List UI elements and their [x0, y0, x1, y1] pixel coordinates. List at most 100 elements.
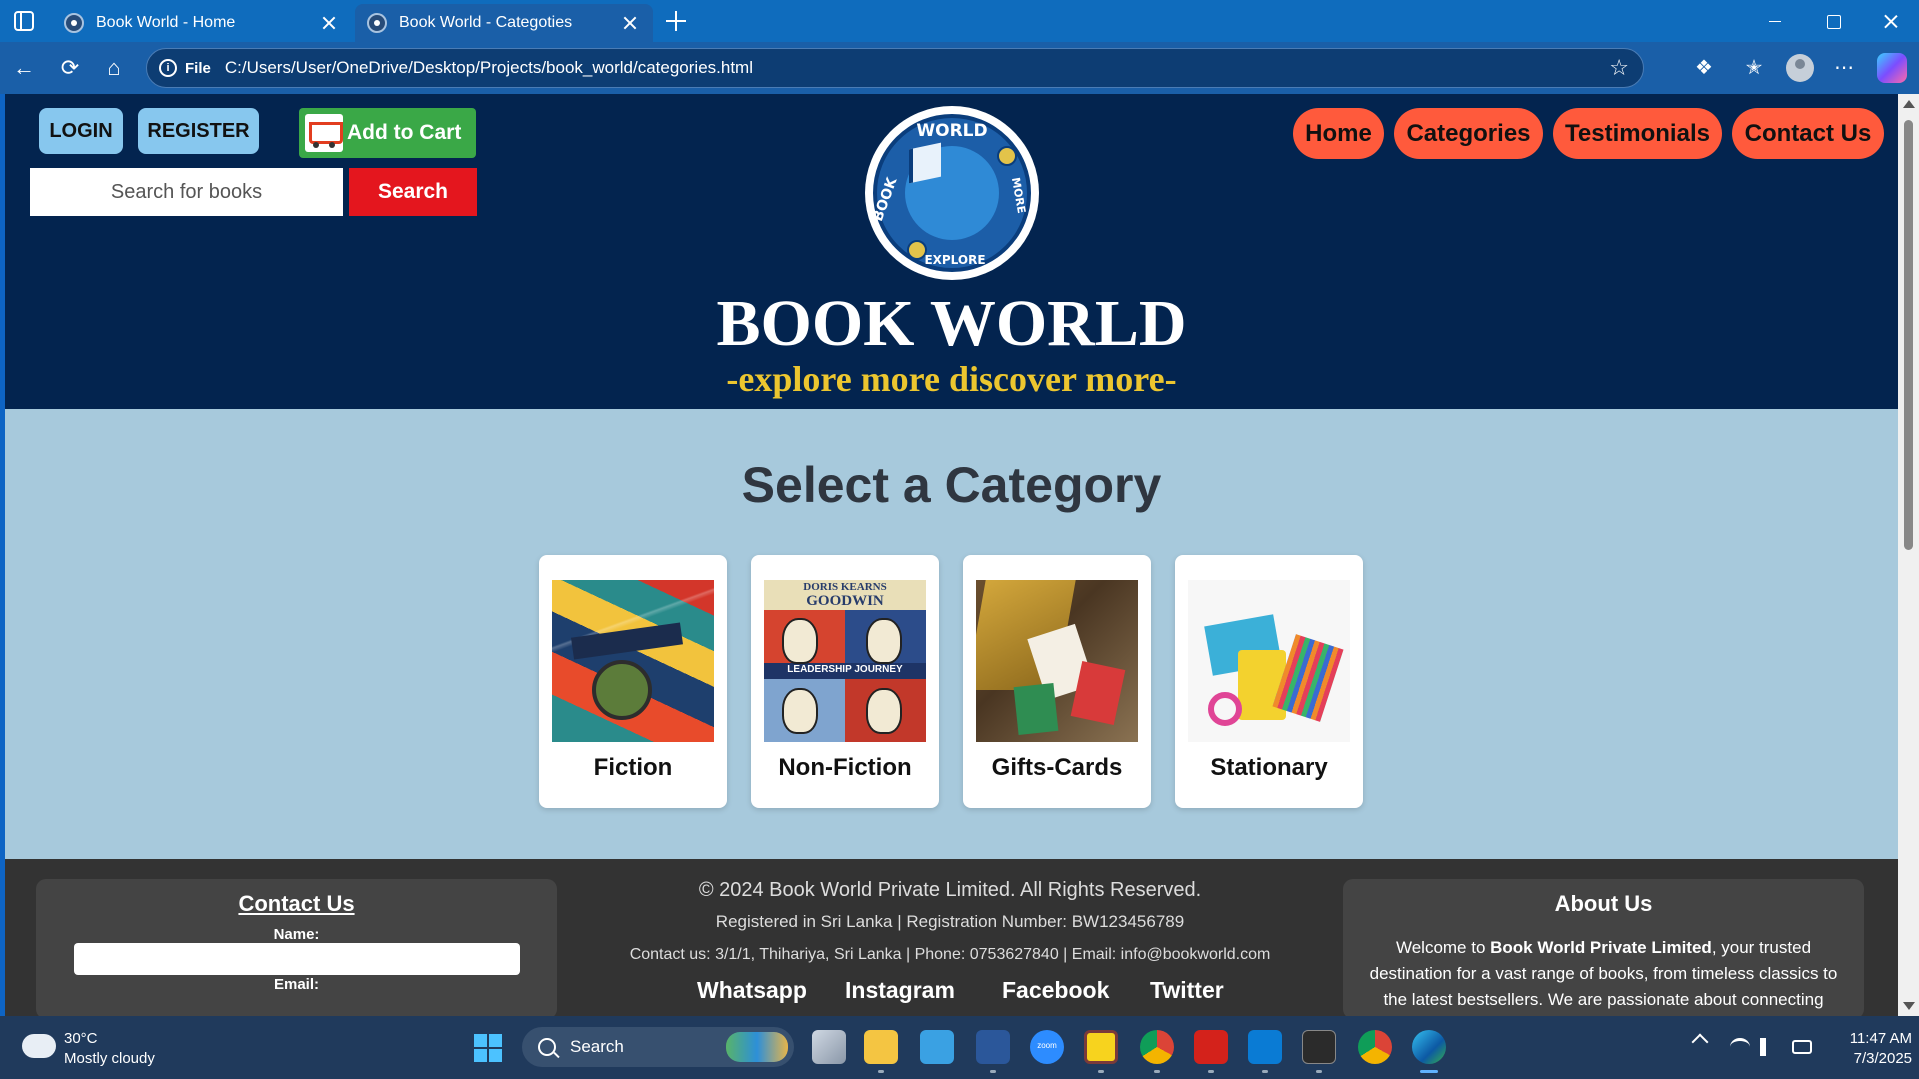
register-button[interactable]: REGISTER: [138, 108, 259, 154]
scroll-down-arrow-icon[interactable]: [1903, 1002, 1915, 1010]
search-button[interactable]: Search: [349, 168, 477, 216]
nav-contact-us[interactable]: Contact Us: [1732, 108, 1884, 159]
url-text[interactable]: C:/Users/User/OneDrive/Desktop/Projects/…: [225, 58, 1609, 78]
scroll-thumb[interactable]: [1904, 120, 1913, 550]
page-viewport: LOGIN REGISTER Add to Cart Search WORLD …: [5, 94, 1898, 1016]
show-hidden-icons-icon[interactable]: [1691, 1033, 1709, 1051]
more-icon[interactable]: ⋯: [1830, 54, 1858, 82]
home-icon[interactable]: ⌂: [102, 56, 126, 80]
search-icon: [538, 1038, 556, 1056]
whatsapp-link[interactable]: Whatsapp: [697, 977, 807, 1004]
site-title: BOOK WORLD: [716, 287, 1187, 360]
volume-icon[interactable]: [1760, 1038, 1780, 1056]
close-tab-icon[interactable]: [316, 10, 342, 36]
running-indicator: [1098, 1070, 1104, 1073]
site-tagline: -explore more discover more-: [726, 359, 1177, 399]
active-indicator: [1420, 1070, 1438, 1073]
task-view-icon[interactable]: [812, 1030, 846, 1064]
refresh-icon[interactable]: ⟳: [58, 56, 82, 80]
site-footer: Contact Us Name: Email: © 2024 Book Worl…: [5, 859, 1898, 1016]
battery-icon[interactable]: [1792, 1040, 1812, 1054]
back-icon[interactable]: ←: [12, 56, 36, 80]
zoom-icon[interactable]: zoom: [1030, 1030, 1064, 1064]
running-indicator: [990, 1070, 996, 1073]
logo-text-top: WORLD: [916, 121, 987, 141]
windows-start-icon[interactable]: [474, 1034, 502, 1062]
category-card-fiction[interactable]: Fiction: [539, 555, 727, 808]
new-tab-icon[interactable]: [664, 9, 688, 33]
running-indicator: [1154, 1070, 1160, 1073]
terminal-icon[interactable]: [1302, 1030, 1336, 1064]
tab-title: Book World - Home: [96, 14, 236, 31]
nav-home[interactable]: Home: [1293, 108, 1384, 159]
extensions-icon[interactable]: ❖: [1690, 54, 1718, 82]
add-to-cart-button[interactable]: Add to Cart: [299, 108, 476, 158]
cart-icon: [305, 114, 343, 152]
browser-titlebar: Book World - Home Book World - Categotie…: [0, 0, 1919, 42]
twitter-link[interactable]: Twitter: [1150, 977, 1224, 1004]
non-fiction-image: DORIS KEARNS GOODWIN LEADERSHIP JOURNEY: [764, 580, 926, 742]
favorites-icon[interactable]: ✭: [1740, 54, 1768, 82]
category-label: Fiction: [593, 754, 673, 781]
acrobat-icon[interactable]: [1194, 1030, 1228, 1064]
category-card-stationary[interactable]: Stationary: [1175, 555, 1363, 808]
tab-title: Book World - Categoties: [399, 14, 573, 31]
site-favicon-icon: [367, 13, 387, 33]
login-button[interactable]: LOGIN: [39, 108, 123, 154]
category-label: Stationary: [1210, 754, 1328, 781]
section-title: Select a Category: [741, 457, 1162, 513]
weather-cloud-icon[interactable]: [22, 1028, 56, 1058]
copyright-text: © 2024 Book World Private Limited. All R…: [698, 879, 1202, 901]
site-favicon-icon: [64, 13, 84, 33]
running-indicator: [1208, 1070, 1214, 1073]
clock-time[interactable]: 11:47 AM: [1822, 1030, 1912, 1047]
search-input[interactable]: [30, 168, 343, 216]
profile-icon[interactable]: [1786, 54, 1814, 82]
cart-label: Add to Cart: [347, 121, 462, 144]
restore-button[interactable]: [1805, 0, 1861, 42]
logo-text-left: BOOK: [870, 175, 901, 224]
wifi-icon[interactable]: [1730, 1038, 1750, 1056]
notepad-icon[interactable]: [920, 1030, 954, 1064]
category-label: Gifts-Cards: [991, 754, 1123, 781]
stationary-image: [1188, 580, 1350, 742]
site-header: LOGIN REGISTER Add to Cart Search WORLD …: [5, 94, 1898, 409]
running-indicator: [1316, 1070, 1322, 1073]
category-card-gifts-cards[interactable]: Gifts-Cards: [963, 555, 1151, 808]
category-card-non-fiction[interactable]: DORIS KEARNS GOODWIN LEADERSHIP JOURNEY …: [751, 555, 939, 808]
weather-description[interactable]: Mostly cloudy: [64, 1050, 155, 1067]
close-window-button[interactable]: [1863, 0, 1919, 42]
tab-categories[interactable]: Book World - Categoties: [355, 4, 653, 42]
facebook-link[interactable]: Facebook: [1002, 977, 1109, 1004]
minimize-button[interactable]: [1747, 0, 1803, 42]
taskbar-search[interactable]: Search: [522, 1027, 794, 1067]
edge-icon[interactable]: [1412, 1030, 1446, 1064]
scroll-up-arrow-icon[interactable]: [1903, 100, 1915, 108]
book-world-logo: WORLD BOOK MORE EXPLORE: [865, 106, 1039, 280]
name-field[interactable]: [74, 943, 520, 975]
file-explorer-icon[interactable]: [864, 1030, 898, 1064]
info-icon[interactable]: i: [159, 59, 177, 77]
vscode-icon[interactable]: [1248, 1030, 1282, 1064]
instagram-link[interactable]: Instagram: [845, 977, 955, 1004]
star-icon[interactable]: ☆: [1609, 55, 1629, 81]
gifts-cards-image: [976, 580, 1138, 742]
nav-categories[interactable]: Categories: [1394, 108, 1543, 159]
close-tab-icon[interactable]: [617, 10, 643, 36]
clock-date[interactable]: 7/3/2025: [1822, 1050, 1912, 1067]
tab-actions-icon[interactable]: [14, 11, 34, 31]
chrome-profile-icon[interactable]: [1358, 1030, 1392, 1064]
word-icon[interactable]: [976, 1030, 1010, 1064]
page-scrollbar[interactable]: [1898, 94, 1919, 1016]
running-indicator: [878, 1070, 884, 1073]
tab-home[interactable]: Book World - Home: [52, 4, 352, 42]
copilot-icon[interactable]: [1877, 53, 1907, 83]
weather-temperature[interactable]: 30°C: [64, 1030, 98, 1047]
sticky-notes-icon[interactable]: [1084, 1030, 1118, 1064]
email-label: Email:: [273, 976, 319, 993]
nav-testimonials[interactable]: Testimonials: [1553, 108, 1722, 159]
category-label: Non-Fiction: [778, 754, 912, 781]
chrome-icon[interactable]: [1140, 1030, 1174, 1064]
address-bar[interactable]: i File C:/Users/User/OneDrive/Desktop/Pr…: [146, 48, 1644, 88]
book-cover-text: DORIS KEARNS GOODWIN: [764, 580, 926, 610]
